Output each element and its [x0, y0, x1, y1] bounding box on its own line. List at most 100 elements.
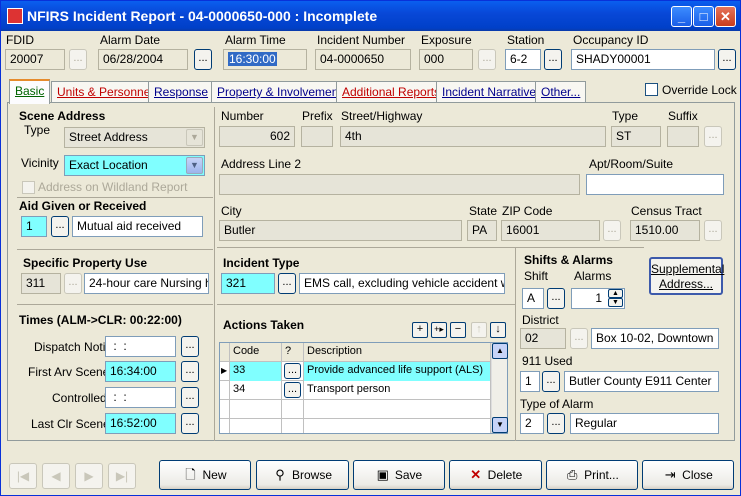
city-field[interactable]: Butler — [219, 220, 462, 241]
station-lookup-button[interactable]: ... — [544, 49, 562, 70]
state-field[interactable]: PA — [467, 220, 497, 241]
delete-button[interactable]: ✕ Delete — [449, 460, 542, 490]
occupancy-field[interactable]: SHADY00001 — [571, 49, 715, 70]
zip-field[interactable]: 16001 — [501, 220, 600, 241]
action-lookup-cell[interactable]: ... — [282, 381, 304, 400]
table-row[interactable]: ▶ 33 ... Provide advanced life support (… — [220, 362, 491, 381]
incident-type-description-field[interactable]: EMS call, excluding vehicle accident wit… — [299, 273, 505, 294]
census-tract-field[interactable]: 1510.00 — [630, 220, 700, 241]
alarm-type-lookup-button[interactable]: ... — [547, 413, 565, 434]
first-record-icon[interactable]: |◀ — [9, 463, 37, 489]
wildland-checkbox[interactable] — [22, 181, 35, 194]
street-type-field[interactable]: ST — [611, 126, 661, 147]
close-button[interactable]: ⇥ Close — [642, 460, 734, 490]
move-down-icon[interactable]: ↓ — [490, 322, 506, 338]
last-clear-time-button[interactable]: ... — [181, 413, 199, 434]
action-lookup-cell[interactable]: ... — [282, 362, 304, 381]
col-code-header[interactable]: Code — [230, 343, 282, 362]
last-clear-time-field[interactable]: 16:52:00 — [105, 413, 176, 434]
suffix-lookup-button[interactable]: ... — [704, 126, 722, 147]
grid-scrollbar[interactable]: ▲ ▼ — [491, 343, 508, 433]
alarm-date-field[interactable]: 06/28/2004 — [98, 49, 188, 70]
action-lookup-cell[interactable] — [282, 419, 304, 433]
move-up-icon[interactable]: ↑ — [471, 322, 487, 338]
shift-lookup-button[interactable]: ... — [547, 288, 565, 309]
alarm-type-code-field[interactable]: 2 — [520, 413, 544, 434]
address-line2-field[interactable] — [219, 174, 580, 195]
property-use-code-field[interactable]: 311 — [21, 273, 61, 294]
district-code-field[interactable]: 02 — [520, 328, 566, 349]
insert-row-icon[interactable]: +▸ — [431, 322, 447, 338]
spin-down-icon[interactable]: ▼ — [608, 298, 623, 307]
next-record-icon[interactable]: ▶ — [75, 463, 103, 489]
controlled-time-button[interactable]: ... — [181, 387, 199, 408]
scroll-down-icon[interactable]: ▼ — [492, 417, 508, 433]
address-type-select[interactable]: Street Address ▼ — [64, 127, 205, 148]
property-use-lookup-button[interactable]: ... — [64, 273, 82, 294]
exposure-field[interactable]: 000 — [419, 49, 473, 70]
action-lookup-button[interactable]: ... — [284, 382, 301, 398]
dispatch-time-field[interactable]: : : — [105, 336, 176, 357]
street-field[interactable]: 4th — [340, 126, 606, 147]
tab-property-involvement[interactable]: Property & Involvement — [211, 81, 348, 103]
alarm-date-picker-button[interactable]: ... — [194, 49, 212, 70]
alarm-type-description-field[interactable]: Regular — [570, 413, 719, 434]
maximize-button[interactable]: □ — [693, 6, 714, 27]
action-description-cell[interactable]: Provide advanced life support (ALS) — [304, 362, 491, 381]
browse-button[interactable]: ⚲ Browse — [256, 460, 349, 490]
action-code-cell[interactable] — [230, 400, 282, 419]
action-code-cell[interactable]: 33 — [230, 362, 282, 381]
incident-number-field[interactable]: 04-0000650 — [315, 49, 411, 70]
vicinity-select[interactable]: Exact Location ▼ — [64, 155, 205, 176]
fdid-lookup-button[interactable]: ... — [69, 49, 87, 70]
first-arrive-time-field[interactable]: 16:34:00 — [105, 361, 176, 382]
station-field[interactable]: 6-2 — [505, 49, 541, 70]
table-row[interactable] — [220, 400, 491, 419]
aid-lookup-button[interactable]: ... — [51, 216, 69, 237]
supplemental-address-button[interactable]: Supplemental Address... — [649, 257, 724, 295]
action-lookup-cell[interactable] — [282, 400, 304, 419]
property-use-description-field[interactable]: 24-hour care Nursing hor — [84, 273, 209, 294]
col-q-header[interactable]: ? — [282, 343, 304, 362]
tab-basic[interactable]: Basic — [9, 79, 51, 104]
used911-code-field[interactable]: 1 — [520, 371, 540, 392]
last-record-icon[interactable]: ▶| — [108, 463, 136, 489]
apt-field[interactable] — [586, 174, 724, 195]
census-tract-lookup-button[interactable]: ... — [704, 220, 722, 241]
action-code-cell[interactable]: 34 — [230, 381, 282, 400]
add-row-icon[interactable]: + — [412, 322, 428, 338]
scroll-up-icon[interactable]: ▲ — [492, 343, 508, 359]
col-description-header[interactable]: Description — [304, 343, 491, 362]
alarm-time-field[interactable]: 16:30:00 — [223, 49, 307, 70]
spin-up-icon[interactable]: ▲ — [608, 289, 623, 298]
table-row[interactable] — [220, 419, 491, 433]
district-description-field[interactable]: Box 10-02, Downtown — [591, 328, 719, 349]
number-field[interactable]: 602 — [219, 126, 295, 147]
save-button[interactable]: ▣ Save — [353, 460, 445, 490]
first-arrive-time-button[interactable]: ... — [181, 361, 199, 382]
new-button[interactable]: 🗋 New — [159, 460, 251, 490]
zip-lookup-button[interactable]: ... — [603, 220, 621, 241]
action-description-cell[interactable]: Transport person — [304, 381, 491, 400]
aid-code-field[interactable]: 1 — [21, 216, 47, 237]
used911-lookup-button[interactable]: ... — [542, 371, 560, 392]
controlled-time-field[interactable]: : : — [105, 387, 176, 408]
dispatch-time-button[interactable]: ... — [181, 336, 199, 357]
tab-incident-narrative[interactable]: Incident Narrative — [436, 81, 543, 103]
occupancy-lookup-button[interactable]: ... — [718, 49, 736, 70]
tab-additional-reports[interactable]: Additional Reports — [336, 81, 447, 103]
suffix-field[interactable] — [667, 126, 699, 147]
exposure-lookup-button[interactable]: ... — [478, 49, 496, 70]
minimize-button[interactable]: _ — [671, 6, 692, 27]
tab-response[interactable]: Response — [148, 81, 215, 103]
shift-field[interactable]: A — [522, 288, 544, 309]
close-window-button[interactable]: ✕ — [715, 6, 736, 27]
aid-description-field[interactable]: Mutual aid received — [72, 216, 203, 237]
action-lookup-button[interactable]: ... — [284, 363, 301, 379]
table-row[interactable]: 34 ... Transport person — [220, 381, 491, 400]
action-code-cell[interactable] — [230, 419, 282, 433]
delete-row-icon[interactable]: − — [450, 322, 466, 338]
tab-other[interactable]: Other... — [535, 81, 587, 103]
action-description-cell[interactable] — [304, 419, 491, 433]
incident-type-code-field[interactable]: 321 — [221, 273, 275, 294]
